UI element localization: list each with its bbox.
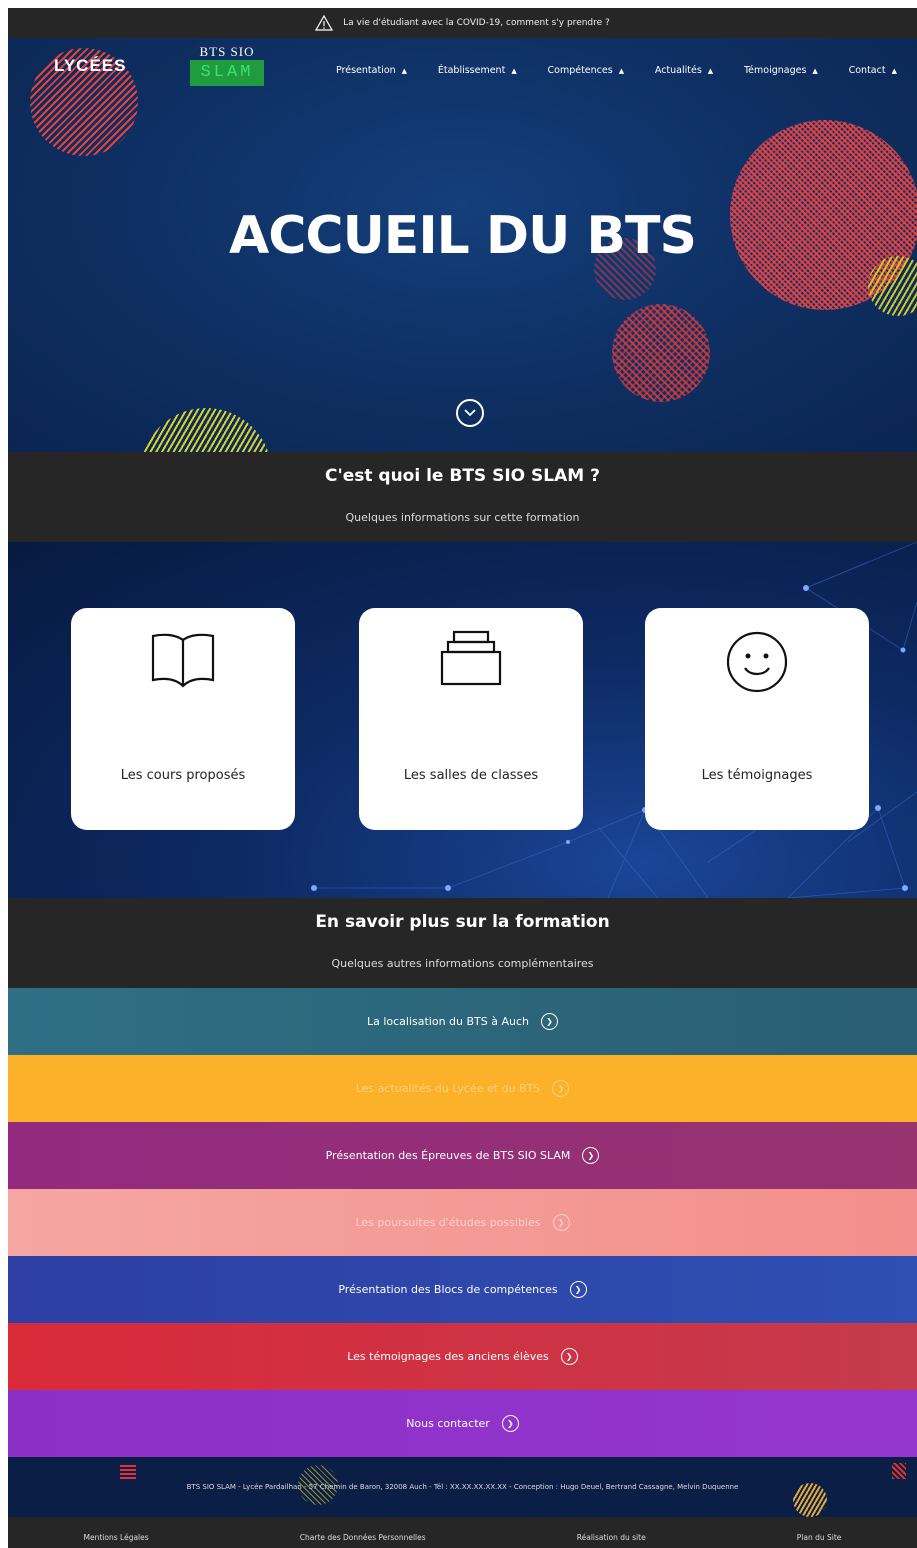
decorative-circle xyxy=(140,408,272,452)
section-title: En savoir plus sur la formation xyxy=(315,912,610,932)
caret-up-icon: ▲ xyxy=(812,66,818,75)
caret-up-icon: ▲ xyxy=(401,66,408,75)
arrow-right-icon: ❯ xyxy=(569,1281,587,1298)
nav-item-presentation[interactable]: Présentation ▲ xyxy=(336,65,407,76)
footer-links: Mentions Légales Charte des Données Pers… xyxy=(8,1517,917,1548)
card-courses[interactable]: Les cours proposés xyxy=(71,608,295,830)
arrow-right-icon: ❯ xyxy=(541,1013,559,1030)
section-title: C'est quoi le BTS SIO SLAM ? xyxy=(325,466,600,486)
nav-item-temoignages[interactable]: Témoignages ▲ xyxy=(744,65,818,76)
footer-info: BTS SIO SLAM - Lycée Pardailhan - 57 Che… xyxy=(8,1457,917,1517)
caret-up-icon: ▲ xyxy=(511,66,517,75)
section-subtitle: Quelques autres informations complémenta… xyxy=(331,957,594,970)
book-icon xyxy=(151,633,215,688)
card-label: Les témoignages xyxy=(701,768,813,783)
warning-icon xyxy=(315,15,334,31)
footer-address: BTS SIO SLAM - Lycée Pardailhan - 57 Che… xyxy=(186,1483,739,1491)
card-label: Les salles de classes xyxy=(403,768,539,783)
arrow-right-icon: ❯ xyxy=(552,1080,570,1097)
logo-bts-line2: SLAM xyxy=(190,60,264,86)
decorative-circle xyxy=(612,304,710,402)
band-label: Présentation des Blocs de compétences xyxy=(338,1283,558,1296)
arrow-right-icon: ❯ xyxy=(552,1214,570,1231)
nav-item-competences[interactable]: Compétences ▲ xyxy=(548,65,625,76)
decorative-pattern xyxy=(120,1463,136,1479)
card-classrooms[interactable]: Les salles de classes xyxy=(359,608,583,830)
band-label: Nous contacter xyxy=(406,1417,490,1430)
smiley-icon xyxy=(726,631,788,693)
link-band-contact[interactable]: Nous contacter ❯ xyxy=(8,1390,917,1457)
section-header-about: C'est quoi le BTS SIO SLAM ? Quelques in… xyxy=(8,452,917,542)
alert-text: La vie d'étudiant avec la COVID-19, comm… xyxy=(343,18,610,28)
lycees-logo[interactable]: LYCÉES xyxy=(54,56,126,76)
link-band-further-studies[interactable]: Les poursuites d'études possibles ❯ xyxy=(8,1189,917,1256)
link-band-exams[interactable]: Présentation des Épreuves de BTS SIO SLA… xyxy=(8,1122,917,1189)
footer-link-legal[interactable]: Mentions Légales xyxy=(84,1533,149,1542)
arrow-right-icon: ❯ xyxy=(582,1147,600,1164)
link-band-skill-blocks[interactable]: Présentation des Blocs de compétences ❯ xyxy=(8,1256,917,1323)
band-label: Les poursuites d'études possibles xyxy=(355,1216,541,1229)
footer-link-credits[interactable]: Réalisation du site xyxy=(577,1533,646,1542)
caret-up-icon: ▲ xyxy=(707,66,714,75)
main-nav: Présentation ▲ Établissement ▲ Compétences… xyxy=(336,65,897,76)
hero-section: LYCÉES BTS SIO SLAM Présentation ▲ Établi… xyxy=(8,38,917,452)
nav-item-actualites[interactable]: Actualités ▲ xyxy=(655,65,713,76)
band-label: Les témoignages des anciens élèves xyxy=(347,1350,549,1363)
info-cards-section: Les cours proposés Les salles de classes xyxy=(8,542,917,898)
arrow-right-icon: ❯ xyxy=(560,1348,578,1365)
nav-item-label: Actualités xyxy=(654,65,702,76)
nav-item-label: Contact xyxy=(848,65,886,76)
classroom-icon xyxy=(440,630,502,686)
nav-item-label: Établissement xyxy=(437,65,506,76)
decorative-circle xyxy=(793,1483,827,1517)
nav-item-contact[interactable]: Contact ▲ xyxy=(849,65,897,76)
caret-up-icon: ▲ xyxy=(618,66,625,75)
footer-link-privacy[interactable]: Charte des Données Personnelles xyxy=(300,1533,426,1542)
bts-sio-slam-logo[interactable]: BTS SIO SLAM xyxy=(190,44,264,86)
section-subtitle: Quelques informations sur cette formatio… xyxy=(345,511,580,524)
nav-item-label: Témoignages xyxy=(743,65,807,76)
nav-item-label: Compétences xyxy=(547,65,613,76)
decorative-pattern xyxy=(892,1463,906,1479)
page-title: ACCUEIL DU BTS xyxy=(229,206,697,266)
arrow-right-icon: ❯ xyxy=(501,1415,519,1432)
chevron-down-icon xyxy=(464,409,476,417)
band-label: Présentation des Épreuves de BTS SIO SLA… xyxy=(325,1149,571,1162)
card-testimonials[interactable]: Les témoignages xyxy=(645,608,869,830)
nav-item-etablissement[interactable]: Établissement ▲ xyxy=(438,65,517,76)
band-label: La localisation du BTS à Auch xyxy=(366,1015,530,1028)
footer-link-sitemap[interactable]: Plan du Site xyxy=(797,1533,842,1542)
nav-item-label: Présentation xyxy=(336,65,396,76)
scroll-down-button[interactable] xyxy=(456,399,484,427)
caret-up-icon: ▲ xyxy=(891,66,897,75)
section-header-more: En savoir plus sur la formation Quelques… xyxy=(8,898,917,988)
card-label: Les cours proposés xyxy=(120,768,246,783)
band-label: Les actualités du Lycée et du BTS xyxy=(355,1082,541,1095)
covid-alert-bar[interactable]: La vie d'étudiant avec la COVID-19, comm… xyxy=(8,8,917,38)
link-band-alumni[interactable]: Les témoignages des anciens élèves ❯ xyxy=(8,1323,917,1390)
link-band-location[interactable]: La localisation du BTS à Auch ❯ xyxy=(8,988,917,1055)
logo-bts-line1: BTS SIO xyxy=(199,44,255,59)
link-band-news[interactable]: Les actualités du Lycée et du BTS ❯ xyxy=(8,1055,917,1122)
